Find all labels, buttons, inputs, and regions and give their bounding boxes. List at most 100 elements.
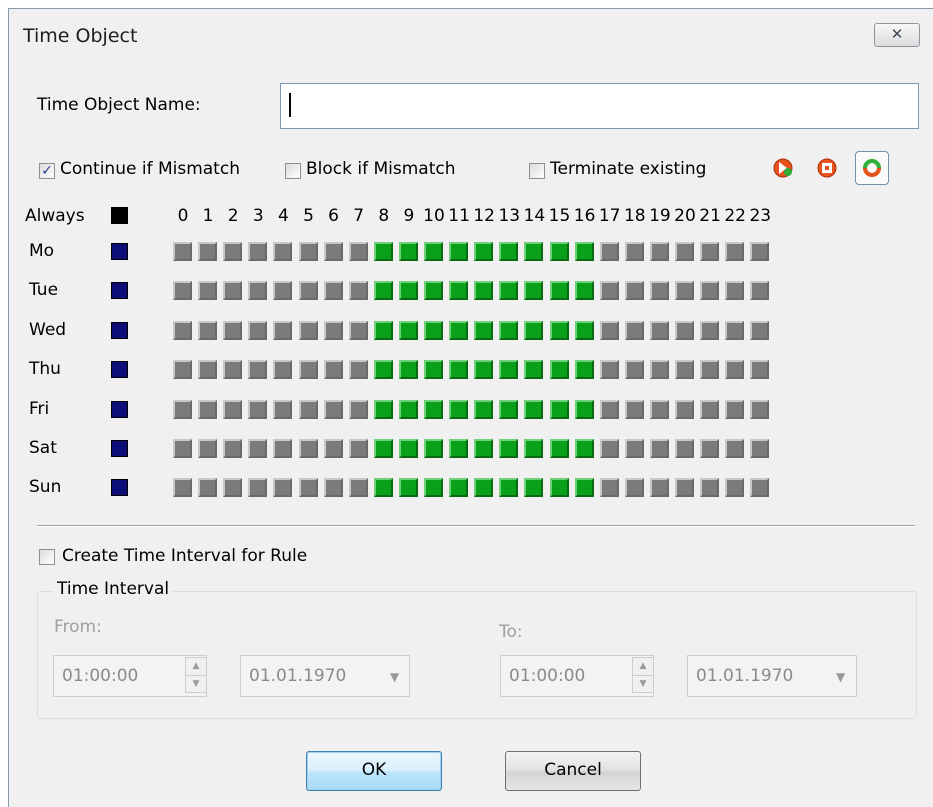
schedule-cell-inactive[interactable] — [248, 320, 268, 340]
schedule-cell-inactive[interactable] — [700, 439, 720, 458]
schedule-cell-active[interactable] — [499, 242, 519, 261]
day-selector[interactable] — [111, 479, 128, 497]
time-object-name-input[interactable] — [280, 83, 919, 129]
schedule-cell-inactive[interactable] — [273, 281, 293, 301]
schedule-cell-inactive[interactable] — [750, 360, 770, 380]
schedule-cell-active[interactable] — [449, 439, 469, 458]
spin-down-icon[interactable]: ▼ — [633, 675, 653, 693]
schedule-cell-inactive[interactable] — [223, 439, 243, 458]
schedule-cell-inactive[interactable] — [700, 320, 720, 340]
schedule-cell-inactive[interactable] — [348, 281, 368, 301]
schedule-cell-inactive[interactable] — [173, 439, 192, 458]
schedule-cell-active[interactable] — [499, 360, 519, 380]
schedule-cell-inactive[interactable] — [725, 399, 745, 419]
schedule-cell-active[interactable] — [398, 242, 418, 261]
schedule-cell-active[interactable] — [373, 360, 393, 380]
schedule-cell-active[interactable] — [474, 320, 494, 340]
schedule-cell-active[interactable] — [373, 478, 393, 498]
schedule-cell-inactive[interactable] — [198, 478, 218, 498]
schedule-cell-inactive[interactable] — [700, 360, 720, 380]
schedule-cell-active[interactable] — [524, 281, 544, 301]
schedule-cell-active[interactable] — [449, 478, 469, 498]
schedule-cell-inactive[interactable] — [173, 478, 192, 498]
schedule-cell-inactive[interactable] — [173, 242, 192, 261]
schedule-cell-inactive[interactable] — [248, 439, 268, 458]
schedule-cell-active[interactable] — [373, 399, 393, 419]
day-selector[interactable] — [111, 243, 128, 260]
schedule-cell-inactive[interactable] — [273, 399, 293, 419]
schedule-cell-active[interactable] — [474, 399, 494, 419]
schedule-cell-inactive[interactable] — [599, 399, 619, 419]
schedule-cell-inactive[interactable] — [649, 439, 669, 458]
schedule-cell-active[interactable] — [474, 360, 494, 380]
schedule-cell-inactive[interactable] — [198, 439, 218, 458]
schedule-cell-active[interactable] — [549, 439, 569, 458]
schedule-cell-inactive[interactable] — [198, 320, 218, 340]
schedule-cell-active[interactable] — [549, 320, 569, 340]
day-selector[interactable] — [111, 361, 128, 379]
schedule-cell-inactive[interactable] — [348, 439, 368, 458]
schedule-cell-inactive[interactable] — [700, 281, 720, 301]
schedule-cell-inactive[interactable] — [298, 439, 318, 458]
schedule-cell-inactive[interactable] — [599, 242, 619, 261]
schedule-cell-inactive[interactable] — [348, 399, 368, 419]
schedule-cell-inactive[interactable] — [750, 399, 770, 419]
cancel-button[interactable]: Cancel — [505, 751, 641, 791]
schedule-cell-inactive[interactable] — [298, 281, 318, 301]
schedule-cell-inactive[interactable] — [675, 281, 694, 301]
schedule-cell-inactive[interactable] — [599, 360, 619, 380]
schedule-cell-inactive[interactable] — [725, 242, 745, 261]
schedule-cell-active[interactable] — [373, 281, 393, 301]
schedule-cell-inactive[interactable] — [725, 320, 745, 340]
schedule-cell-active[interactable] — [424, 439, 443, 458]
schedule-cell-active[interactable] — [373, 320, 393, 340]
terminate-mode-icon[interactable] — [855, 151, 889, 185]
schedule-cell-active[interactable] — [373, 242, 393, 261]
schedule-cell-inactive[interactable] — [298, 478, 318, 498]
schedule-cell-active[interactable] — [549, 281, 569, 301]
schedule-cell-active[interactable] — [449, 360, 469, 380]
schedule-cell-inactive[interactable] — [323, 439, 343, 458]
schedule-cell-inactive[interactable] — [675, 242, 694, 261]
to-time-spinner[interactable]: ▲ ▼ — [632, 657, 654, 693]
schedule-cell-inactive[interactable] — [248, 478, 268, 498]
schedule-cell-inactive[interactable] — [649, 242, 669, 261]
create-time-interval-checkbox[interactable] — [39, 549, 55, 565]
schedule-cell-active[interactable] — [499, 320, 519, 340]
schedule-cell-inactive[interactable] — [248, 281, 268, 301]
schedule-cell-inactive[interactable] — [675, 399, 694, 419]
schedule-cell-active[interactable] — [398, 439, 418, 458]
ok-button[interactable]: OK — [306, 751, 442, 791]
schedule-cell-inactive[interactable] — [298, 360, 318, 380]
day-selector[interactable] — [111, 282, 128, 300]
schedule-cell-active[interactable] — [398, 360, 418, 380]
schedule-cell-inactive[interactable] — [624, 281, 644, 301]
schedule-cell-inactive[interactable] — [624, 360, 644, 380]
schedule-cell-inactive[interactable] — [323, 242, 343, 261]
schedule-cell-inactive[interactable] — [725, 281, 745, 301]
schedule-cell-inactive[interactable] — [223, 281, 243, 301]
schedule-cell-active[interactable] — [449, 281, 469, 301]
day-selector[interactable] — [111, 400, 128, 418]
schedule-cell-active[interactable] — [398, 320, 418, 340]
schedule-cell-inactive[interactable] — [649, 320, 669, 340]
schedule-cell-inactive[interactable] — [198, 281, 218, 301]
schedule-cell-active[interactable] — [424, 281, 443, 301]
schedule-cell-inactive[interactable] — [348, 360, 368, 380]
schedule-cell-active[interactable] — [424, 360, 443, 380]
schedule-cell-inactive[interactable] — [599, 478, 619, 498]
schedule-cell-inactive[interactable] — [750, 281, 770, 301]
schedule-cell-inactive[interactable] — [273, 320, 293, 340]
schedule-cell-active[interactable] — [524, 478, 544, 498]
schedule-cell-inactive[interactable] — [173, 281, 192, 301]
schedule-cell-inactive[interactable] — [348, 320, 368, 340]
schedule-cell-active[interactable] — [424, 320, 443, 340]
schedule-cell-active[interactable] — [398, 281, 418, 301]
schedule-cell-inactive[interactable] — [223, 478, 243, 498]
to-date-dropdown[interactable]: 01.01.1970 — [687, 655, 857, 697]
schedule-cell-inactive[interactable] — [248, 399, 268, 419]
schedule-cell-active[interactable] — [574, 478, 594, 498]
schedule-cell-active[interactable] — [398, 399, 418, 419]
schedule-cell-inactive[interactable] — [725, 478, 745, 498]
schedule-cell-inactive[interactable] — [323, 399, 343, 419]
